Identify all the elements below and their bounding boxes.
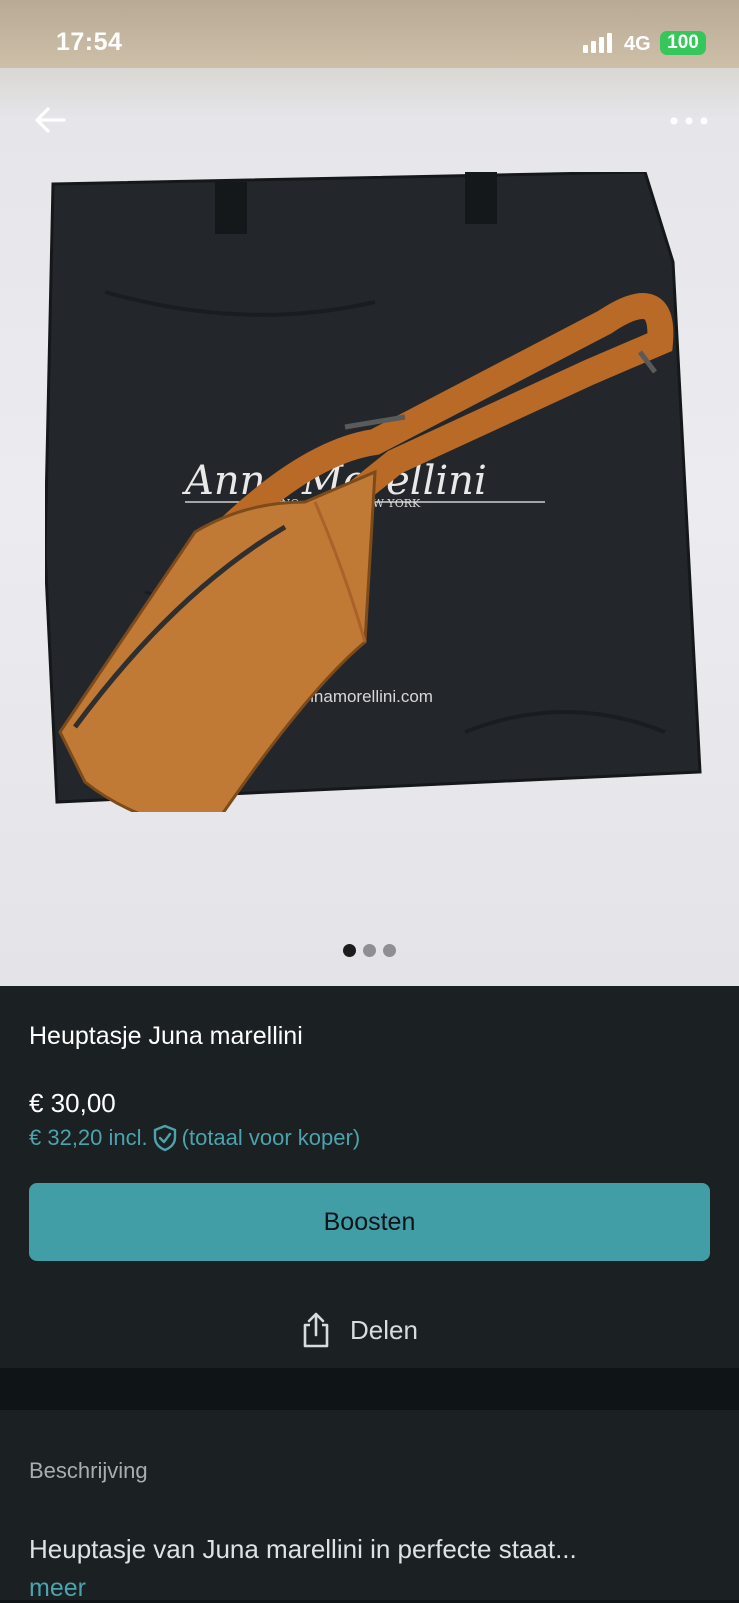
- network-type: 4G: [624, 33, 651, 55]
- back-button[interactable]: [30, 100, 70, 140]
- description-label: Beschrijving: [29, 1458, 148, 1483]
- tote-bag-image: Anna Morellini MILANO · PARIS · NEW YORK…: [45, 172, 702, 812]
- status-time: 17:54: [56, 28, 123, 56]
- share-icon: [303, 1312, 329, 1348]
- status-bar: 17:54 4G 100: [0, 0, 739, 68]
- price-incl-amount: € 32,20 incl.: [29, 1125, 148, 1150]
- price-incl-note: (totaal voor koper): [181, 1125, 361, 1150]
- description-section: [0, 1410, 739, 1600]
- price-incl-buyer-protection[interactable]: € 32,20 incl. (totaal voor koper): [29, 1124, 360, 1152]
- share-button[interactable]: Delen: [300, 1305, 418, 1355]
- signal-icon: [583, 33, 612, 53]
- description-more-link[interactable]: meer: [29, 1574, 86, 1603]
- more-dots-icon: [670, 117, 708, 125]
- more-options-button[interactable]: [664, 106, 714, 136]
- listing-price: € 30,00: [29, 1088, 116, 1118]
- carousel-dot-2[interactable]: [363, 944, 376, 957]
- arrow-left-icon: [35, 107, 66, 133]
- shield-check-icon: [153, 1124, 176, 1152]
- listing-title: Heuptasje Juna marellini: [29, 1022, 303, 1050]
- carousel-dot-3[interactable]: [383, 944, 396, 957]
- description-text: Heuptasje van Juna marellini in perfecte…: [29, 1534, 577, 1564]
- boost-button[interactable]: Boosten: [29, 1183, 710, 1261]
- battery-indicator: 100: [660, 31, 706, 55]
- share-label: Delen: [350, 1314, 418, 1345]
- section-divider: [0, 1368, 739, 1410]
- carousel-dot-1[interactable]: [343, 944, 356, 957]
- photo-carousel-indicator[interactable]: [0, 944, 739, 957]
- product-photo[interactable]: Anna Morellini MILANO · PARIS · NEW YORK…: [0, 0, 739, 986]
